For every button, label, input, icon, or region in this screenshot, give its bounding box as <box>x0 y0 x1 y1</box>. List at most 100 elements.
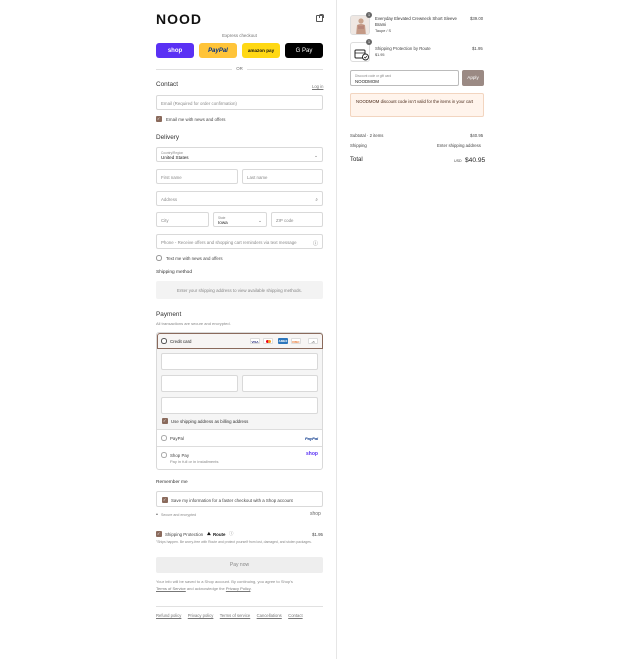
payment-subtitle: All transactions are secure and encrypte… <box>156 321 231 326</box>
country-select[interactable]: Country/Region United States ⌄ <box>156 147 323 162</box>
terms-of-service-link[interactable]: Terms of service <box>220 613 250 618</box>
delivery-heading: Delivery <box>156 134 180 141</box>
shoppay-radio[interactable] <box>161 452 167 458</box>
email-field[interactable]: Email (Required for order confirmation) <box>156 95 323 110</box>
shipping-method-message: Enter your shipping address to view avai… <box>177 288 302 293</box>
item-name: Everyday Elevated Crewneck Short Sleeve … <box>375 16 457 27</box>
paypal-radio[interactable] <box>161 435 167 441</box>
last-name-field[interactable]: Last name <box>242 169 323 184</box>
shop-pay-button[interactable]: shop <box>156 43 194 58</box>
news-checkbox[interactable]: ✓ <box>156 116 162 122</box>
payment-divider <box>157 429 322 430</box>
city-placeholder: City <box>161 218 169 223</box>
city-field[interactable]: City <box>156 212 209 227</box>
zip-field[interactable]: ZIP code <box>271 212 323 227</box>
help-icon[interactable]: ⓘ <box>313 240 318 247</box>
chevron-down-icon: ⌄ <box>258 218 262 223</box>
country-label: Country/Region <box>161 150 184 155</box>
refund-policy-link[interactable]: Refund policy <box>156 613 181 618</box>
credit-card-label: Credit card <box>170 338 192 344</box>
phone-placeholder: Phone - Receive offers and shopping cart… <box>161 240 297 245</box>
shopping-bag-icon[interactable] <box>316 13 324 22</box>
legal-text: Your info will be saved to a Shop accoun… <box>156 578 323 592</box>
shipping-value: Enter shipping address <box>437 143 481 148</box>
card-cvv-field[interactable] <box>242 375 318 392</box>
last-name-placeholder: Last name <box>247 175 268 180</box>
country-value: United States <box>161 155 189 160</box>
shop-logo-icon: shop <box>310 511 321 517</box>
discover-icon: DISC <box>291 338 301 344</box>
state-select[interactable]: State Iowa ⌄ <box>213 212 267 227</box>
remember-label: Save my information for a faster checkou… <box>171 497 293 503</box>
billing-checkbox[interactable]: ✓ <box>162 418 168 424</box>
route-product-image <box>350 42 370 62</box>
phone-field[interactable]: Phone - Receive offers and shopping cart… <box>156 234 323 249</box>
address-field[interactable]: Address ⌕ <box>156 191 323 206</box>
email-placeholder: Email (Required for order confirmation) <box>161 101 237 106</box>
protection-price: $1.95 <box>312 531 323 537</box>
product-image <box>350 15 370 35</box>
remember-heading: Remember me <box>156 480 188 485</box>
terms-link[interactable]: Terms of Service <box>156 586 186 591</box>
subtotal-value: $40.95 <box>470 133 484 138</box>
contact-heading: Contact <box>156 81 179 88</box>
remember-checkbox[interactable]: ✓ <box>162 497 168 503</box>
currency-label: USD <box>454 159 462 163</box>
product-photo-icon <box>351 16 369 34</box>
footer-links: Refund policy Privacy policy Terms of se… <box>156 613 308 619</box>
more-cards-badge: +5 <box>308 338 318 344</box>
protection-description: "Ships happen. Be worry-free with Route … <box>156 540 312 544</box>
privacy-policy-link[interactable]: Privacy policy <box>188 613 214 618</box>
footer-divider <box>156 606 323 607</box>
pay-now-label: Pay now <box>229 562 250 568</box>
state-label: State <box>218 215 226 220</box>
route-label: Route <box>213 531 226 537</box>
info-icon[interactable]: ⓘ <box>229 531 233 537</box>
paypal-button[interactable]: PayPal <box>199 43 237 58</box>
contact-link[interactable]: Contact <box>288 613 302 618</box>
cancellations-link[interactable]: Cancellations <box>257 613 282 618</box>
discount-field[interactable]: Discount code or gift card NOODMOM <box>350 70 459 86</box>
pay-now-button[interactable]: Pay now <box>156 557 323 573</box>
protection-checkbox[interactable]: ✓ <box>156 531 162 537</box>
card-name-field[interactable] <box>161 397 318 414</box>
paypal-label: PayPal <box>170 435 184 441</box>
mastercard-icon <box>263 338 273 344</box>
express-checkout-label: Express checkout <box>222 33 257 38</box>
privacy-link[interactable]: Privacy Policy <box>226 586 251 591</box>
shoppay-logo-icon: shop <box>306 451 318 457</box>
shoppay-label: Shop Pay <box>170 452 190 458</box>
card-expiry-field[interactable] <box>161 375 238 392</box>
item-qty-badge: 1 <box>366 12 372 18</box>
apply-button[interactable]: Apply <box>462 70 484 86</box>
google-pay-button[interactable]: G Pay <box>285 43 323 58</box>
paypal-logo-icon: PayPal <box>305 435 319 441</box>
payment-heading: Payment <box>156 311 182 318</box>
credit-card-radio[interactable] <box>161 338 167 344</box>
login-link[interactable]: Log in <box>312 84 323 89</box>
first-name-field[interactable]: First name <box>156 169 238 184</box>
chevron-down-icon: ⌄ <box>314 153 318 158</box>
remember-box: ✓ Save my information for a faster check… <box>156 491 323 507</box>
shipping-label: Shipping <box>350 143 367 148</box>
package-shield-icon <box>354 49 369 61</box>
legal-end: . <box>250 586 252 591</box>
brand-logo[interactable]: NOOD <box>156 11 202 27</box>
legal-middle: and acknowledge the <box>186 586 225 591</box>
discount-error-box: NOODMOM discount code isn't valid for th… <box>350 93 484 117</box>
card-number-field[interactable] <box>161 353 318 370</box>
item-variant: Taupe / S <box>375 29 392 33</box>
shipping-method-heading: Shipping method <box>156 270 193 275</box>
shipping-method-box: Enter your shipping address to view avai… <box>156 281 323 299</box>
visa-icon: VISA <box>250 338 260 344</box>
subtotal-label: Subtotal · 2 items <box>350 133 384 138</box>
item-variant: $1.95 <box>375 53 385 57</box>
item-price: $1.95 <box>472 46 483 51</box>
address-placeholder: Address <box>161 197 178 202</box>
amazon-pay-button[interactable]: amazon pay <box>242 43 280 58</box>
column-divider <box>336 0 337 659</box>
text-offers-label: Text me with news and offers <box>166 255 223 261</box>
amex-icon: AMEX <box>278 338 288 344</box>
text-offers-checkbox[interactable] <box>156 255 162 261</box>
discount-value: NOODMOM <box>355 79 379 84</box>
